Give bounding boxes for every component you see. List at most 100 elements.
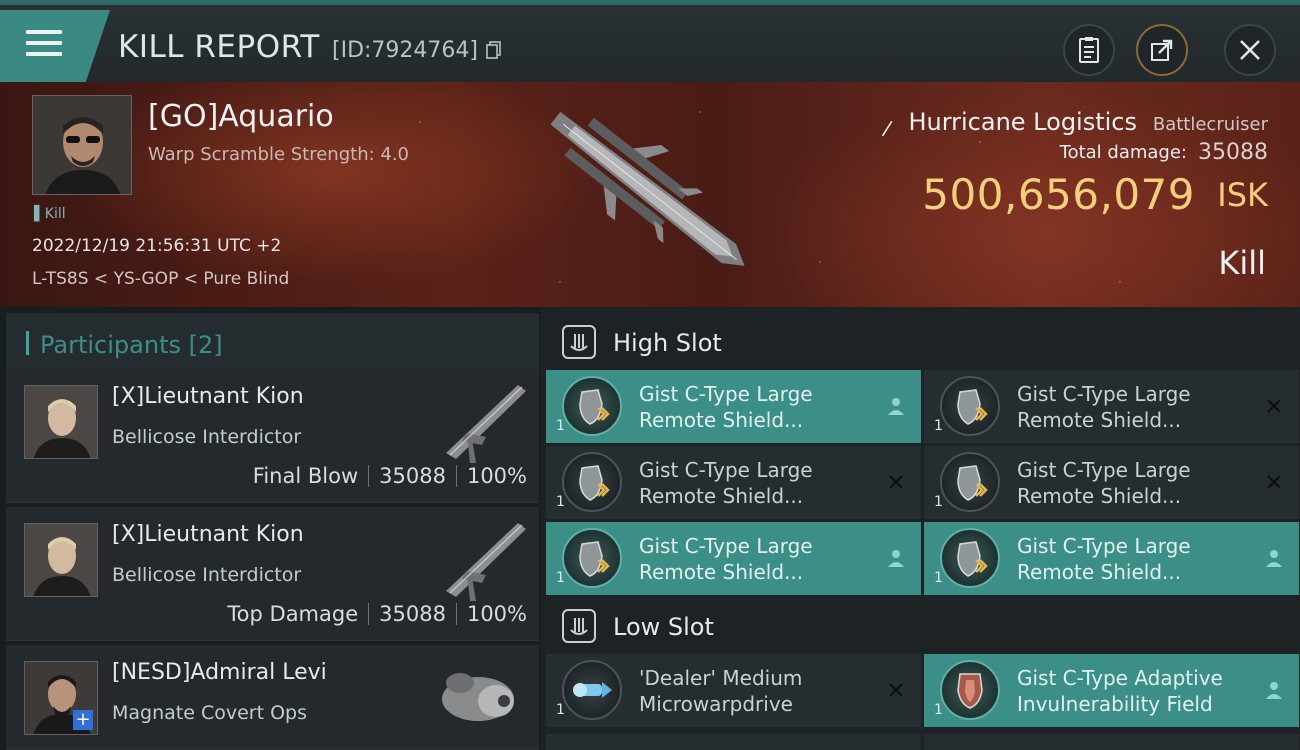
shield-module-icon [940,452,1000,512]
invulnerability-field-icon [940,660,1000,720]
module-name-line2: Remote Shield... [639,484,804,508]
participants-header[interactable]: Participants [2] [6,313,539,373]
kill-result: Kill [1218,244,1266,282]
clipboard-button[interactable] [1063,24,1115,76]
report-id: [ID:7924764] [332,38,478,63]
person-icon [885,395,907,417]
module-quantity: 1 [556,570,565,586]
module-item[interactable]: 1 Gist C-Type Adaptive Invulnerability F… [924,654,1299,727]
module-name-line2: Remote Shield... [1017,408,1182,432]
menu-icon[interactable] [26,30,62,60]
isk-unit: ISK [1217,176,1268,214]
module-item[interactable]: 1 Gist C-Type Large Remote Shield... [546,522,921,595]
module-name-line1: 'Dealer' Medium [639,666,803,690]
participant-card[interactable]: [X]Lieutnant Kion Bellicose Interdictor … [6,507,539,641]
participant-card[interactable]: [X]Lieutnant Kion Bellicose Interdictor … [6,369,539,503]
divider [455,603,457,625]
plus-icon: + [73,710,93,730]
slot-icon [562,325,596,359]
slot-icon [562,609,596,643]
module-quantity: 1 [556,494,565,510]
participants-title: Participants [2] [40,331,223,359]
module-name-line1: Gist C-Type Large [1017,458,1191,482]
victim-name[interactable]: [GO]Aquario [148,99,334,134]
clipboard-icon [1079,37,1099,63]
x-icon [1263,471,1285,493]
module-name-line2: Remote Shield... [1017,560,1182,584]
module-item[interactable]: 1 Gist C-Type Large Remote Shield... [924,522,1299,595]
module-quantity: 1 [556,702,565,718]
module-item[interactable]: 1 Gist C-Type Large Remote Shield... [546,446,921,519]
person-icon [1263,547,1285,569]
avatar[interactable]: + [24,661,98,735]
kill-datetime: 2022/12/19 21:56:31 UTC +2 [32,236,282,256]
microwarpdrive-icon [562,660,622,720]
module-item[interactable]: 1 Gist C-Type Large Remote Shield... [546,370,921,443]
module-item[interactable] [546,734,921,750]
participant-percent: 100% [466,464,527,488]
participant-damage: 35088 [379,464,446,488]
participant-name[interactable]: [X]Lieutnant Kion [112,384,304,409]
participant-ship-image [446,523,526,601]
kill-tag-label: Kill [44,206,66,222]
module-name: Gist C-Type Large Remote Shield... [1017,457,1247,509]
participant-stats: Final Blow 35088 100% [253,464,527,488]
kill-location[interactable]: L-TS8S < YS-GOP < Pure Blind [32,269,289,289]
avatar[interactable] [24,523,98,597]
participant-ship: Magnate Covert Ops [112,702,308,724]
person-icon [885,547,907,569]
menu-button[interactable] [0,10,110,82]
module-name-line1: Gist C-Type Large [1017,534,1191,558]
scramble-strength: Warp Scramble Strength: 4.0 [148,144,410,165]
module-item[interactable]: 1 'Dealer' Medium Microwarpdrive [546,654,921,727]
victim-portrait[interactable] [32,95,132,195]
shield-module-icon [562,452,622,512]
module-name-line2: Remote Shield... [639,408,804,432]
module-item[interactable] [924,734,1299,750]
close-icon [1240,40,1260,60]
divider [368,465,370,487]
divider [455,465,457,487]
module-quantity: 1 [556,418,565,434]
divider [368,603,370,625]
avatar[interactable] [24,385,98,459]
module-item[interactable]: 1 Gist C-Type Large Remote Shield... [924,446,1299,519]
module-item[interactable]: 1 Gist C-Type Large Remote Shield... [924,370,1299,443]
module-name-line1: Gist C-Type Adaptive [1017,666,1223,690]
share-button[interactable] [1136,24,1188,76]
participant-name[interactable]: [NESD]Admiral Levi [112,660,327,685]
shield-module-icon [940,528,1000,588]
module-name: Gist C-Type Large Remote Shield... [639,533,869,585]
x-icon [885,471,907,493]
close-button[interactable] [1224,24,1276,76]
participant-percent: 100% [466,602,527,626]
total-damage-value: 35088 [1198,140,1268,165]
module-name-line1: Gist C-Type Large [639,458,813,482]
participant-role: Top Damage [227,602,359,626]
high-slot-header[interactable]: High Slot [542,311,1300,373]
module-name: Gist C-Type Large Remote Shield... [639,457,869,509]
x-icon [1263,395,1285,417]
victim-ship-name[interactable]: Hurricane Logistics [908,108,1137,136]
x-icon [885,679,907,701]
victim-ship-class: Battlecruiser [1152,114,1268,135]
module-name-line2: Microwarpdrive [639,692,793,716]
participant-role: Final Blow [252,464,359,488]
participant-ship: Bellicose Interdictor [112,564,302,586]
copy-icon[interactable] [486,41,502,59]
module-name-line1: Gist C-Type Large [1017,382,1191,406]
module-quantity: 1 [934,702,943,718]
share-icon [1151,39,1173,61]
participant-damage: 35088 [379,602,446,626]
total-damage-label: Total damage: [1059,142,1187,163]
victim-banner: [GO]Aquario Warp Scramble Strength: 4.0 … [0,82,1300,307]
low-slot-header[interactable]: Low Slot [542,595,1300,657]
top-bar: KILL REPORT [ID:7924764] [0,0,1300,82]
module-name: Gist C-Type Adaptive Invulnerability Fie… [1017,665,1247,717]
participant-stats: Top Damage 35088 100% [227,602,527,626]
module-name-line2: Remote Shield... [1017,484,1182,508]
participant-card[interactable]: + [NESD]Admiral Levi Magnate Covert Ops [6,645,539,750]
participant-name[interactable]: [X]Lieutnant Kion [112,522,304,547]
participants-panel: Participants [2] [X]Lieutnant Kion Belli… [0,307,540,750]
module-name: Gist C-Type Large Remote Shield... [639,381,869,433]
